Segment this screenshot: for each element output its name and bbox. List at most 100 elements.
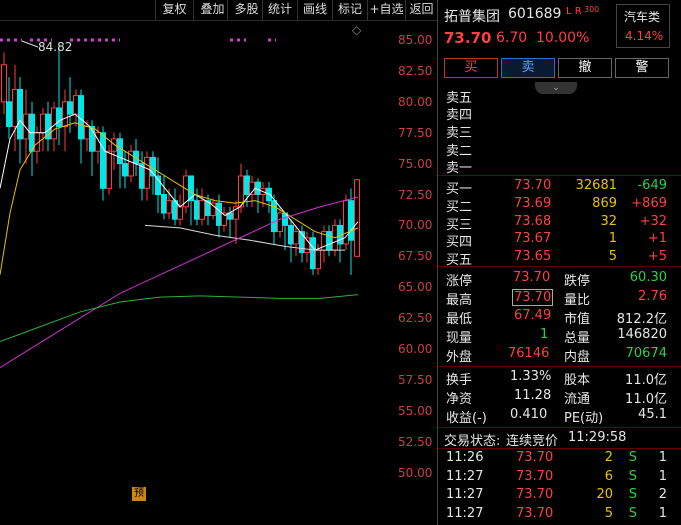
eps-value: 0.410 (510, 407, 548, 422)
forecast-badge[interactable]: 预 (132, 487, 146, 501)
candle-body (117, 138, 123, 165)
tick-price: 73.70 (516, 505, 554, 521)
sector-box[interactable]: 汽车类 4.14% (616, 4, 670, 48)
price-axis-tick: 67.50 (398, 249, 433, 264)
buy-level-price: 73.70 (514, 178, 552, 193)
candle-body (310, 237, 316, 270)
candle-body (67, 101, 73, 115)
price-axis-tick: 82.50 (398, 63, 433, 78)
vol-ratio-value: 2.76 (638, 289, 667, 304)
tick-time: 11:27 (446, 505, 484, 521)
mcap-value: 812.2亿 (616, 312, 667, 327)
tick-side: S (628, 468, 637, 484)
price-change-pct: 10.00% (536, 30, 590, 46)
pe-label: PE(动) (564, 411, 604, 426)
trade-status-value: 连续竞价 (506, 434, 559, 449)
price-axis-tick: 62.50 (398, 311, 433, 326)
limit-down-value: 60.30 (629, 270, 667, 285)
collapse-chevron-icon[interactable]: ⌄ (535, 82, 577, 94)
vol-ratio-label: 量比 (564, 293, 591, 308)
buy-level-volume: 32 (600, 213, 617, 229)
pe-value: 45.1 (638, 407, 667, 422)
buy-level-delta: -649 (637, 178, 667, 193)
buy-level-label: 买三 (446, 217, 473, 233)
price-axis-tick: 50.00 (398, 465, 433, 480)
buy-level-volume: 32681 (575, 178, 617, 193)
adjust-button[interactable]: 复权 (155, 0, 193, 20)
sector-change: 4.14% (625, 29, 664, 43)
total-vol-value: 146820 (617, 327, 667, 342)
tick-time: 11:26 (446, 450, 484, 465)
buy-level-volume: 869 (592, 195, 617, 211)
price-axis-tick: 60.00 (398, 342, 433, 356)
nav-value: 11.28 (514, 388, 552, 403)
cancel-order-button[interactable]: 撤 (558, 58, 612, 78)
candlestick-chart[interactable] (0, 20, 398, 525)
tick-side: S (628, 505, 637, 521)
add-watchlist-button[interactable]: +自选 (367, 0, 405, 20)
divider (438, 366, 681, 367)
trade-status-label: 交易状态: (444, 434, 501, 449)
inner-label: 内盘 (564, 350, 591, 365)
candle-body (354, 179, 360, 257)
limit-up-value: 73.70 (513, 270, 551, 285)
candle-body (177, 206, 183, 220)
current-price: 73.70 (444, 29, 492, 47)
candle-body (166, 200, 172, 214)
nav-label: 净资 (446, 392, 473, 407)
overlay-button[interactable]: 叠加 (193, 0, 231, 20)
candle-body (277, 212, 283, 233)
alert-button[interactable]: 警 (615, 58, 669, 78)
mcap-label: 市值 (564, 312, 591, 327)
candle-body (343, 200, 349, 245)
tick-price: 73.70 (516, 487, 554, 502)
diamond-icon[interactable]: ◇ (352, 23, 361, 37)
turnover-value: 1.33% (510, 369, 552, 384)
divider (438, 175, 681, 176)
buy-level-label: 买四 (446, 235, 473, 251)
tick-count: 2 (658, 487, 667, 502)
candle-body (73, 95, 79, 115)
outer-label: 外盘 (446, 350, 473, 365)
sell-level-1: 卖一 (446, 161, 473, 176)
tick-count: 1 (658, 468, 667, 484)
multi-stock-button[interactable]: 多股 (227, 0, 265, 20)
candle-body (106, 150, 112, 189)
tick-volume: 2 (604, 450, 613, 465)
price-axis-tick: 80.00 (398, 94, 433, 109)
back-button[interactable]: 返回 (405, 0, 437, 20)
tick-time: 11:27 (446, 487, 484, 502)
stats-button[interactable]: 统计 (262, 0, 297, 20)
buy-level-label: 买一 (446, 182, 473, 197)
candle-body (23, 113, 29, 140)
high-marker-label: 84.82 (38, 40, 73, 54)
price-axis-tick: 85.00 (398, 33, 433, 47)
stock-flag-num: 300 (584, 5, 600, 14)
candle-body (12, 88, 18, 128)
tick-volume: 20 (596, 487, 613, 502)
candle-body (6, 101, 12, 128)
candle-body (326, 231, 332, 251)
buy-button[interactable]: 买 (444, 58, 498, 78)
price-axis-tick: 72.50 (398, 187, 433, 202)
price-axis-tick: 52.50 (398, 434, 433, 449)
draw-line-button[interactable]: 画线 (297, 0, 332, 20)
capital-value: 11.0亿 (625, 373, 667, 388)
tick-price: 73.70 (516, 468, 554, 484)
candle-body (271, 200, 277, 233)
price-axis-tick: 65.00 (398, 280, 433, 295)
buy-level-volume: 5 (608, 249, 617, 265)
eps-label: 收益(-) (446, 411, 487, 426)
divider (438, 427, 681, 428)
mark-button[interactable]: 标记 (332, 0, 367, 20)
sell-button[interactable]: 卖 (501, 58, 555, 78)
stock-name: 拓普集团 (444, 9, 500, 25)
turnover-label: 换手 (446, 373, 473, 388)
inner-value: 70674 (625, 346, 667, 361)
candle-body (62, 101, 68, 128)
tick-volume: 6 (604, 468, 613, 484)
candle-body (40, 113, 46, 134)
limit-up-label: 涨停 (446, 274, 473, 289)
tick-volume: 5 (604, 505, 613, 521)
candle-body (144, 156, 150, 189)
